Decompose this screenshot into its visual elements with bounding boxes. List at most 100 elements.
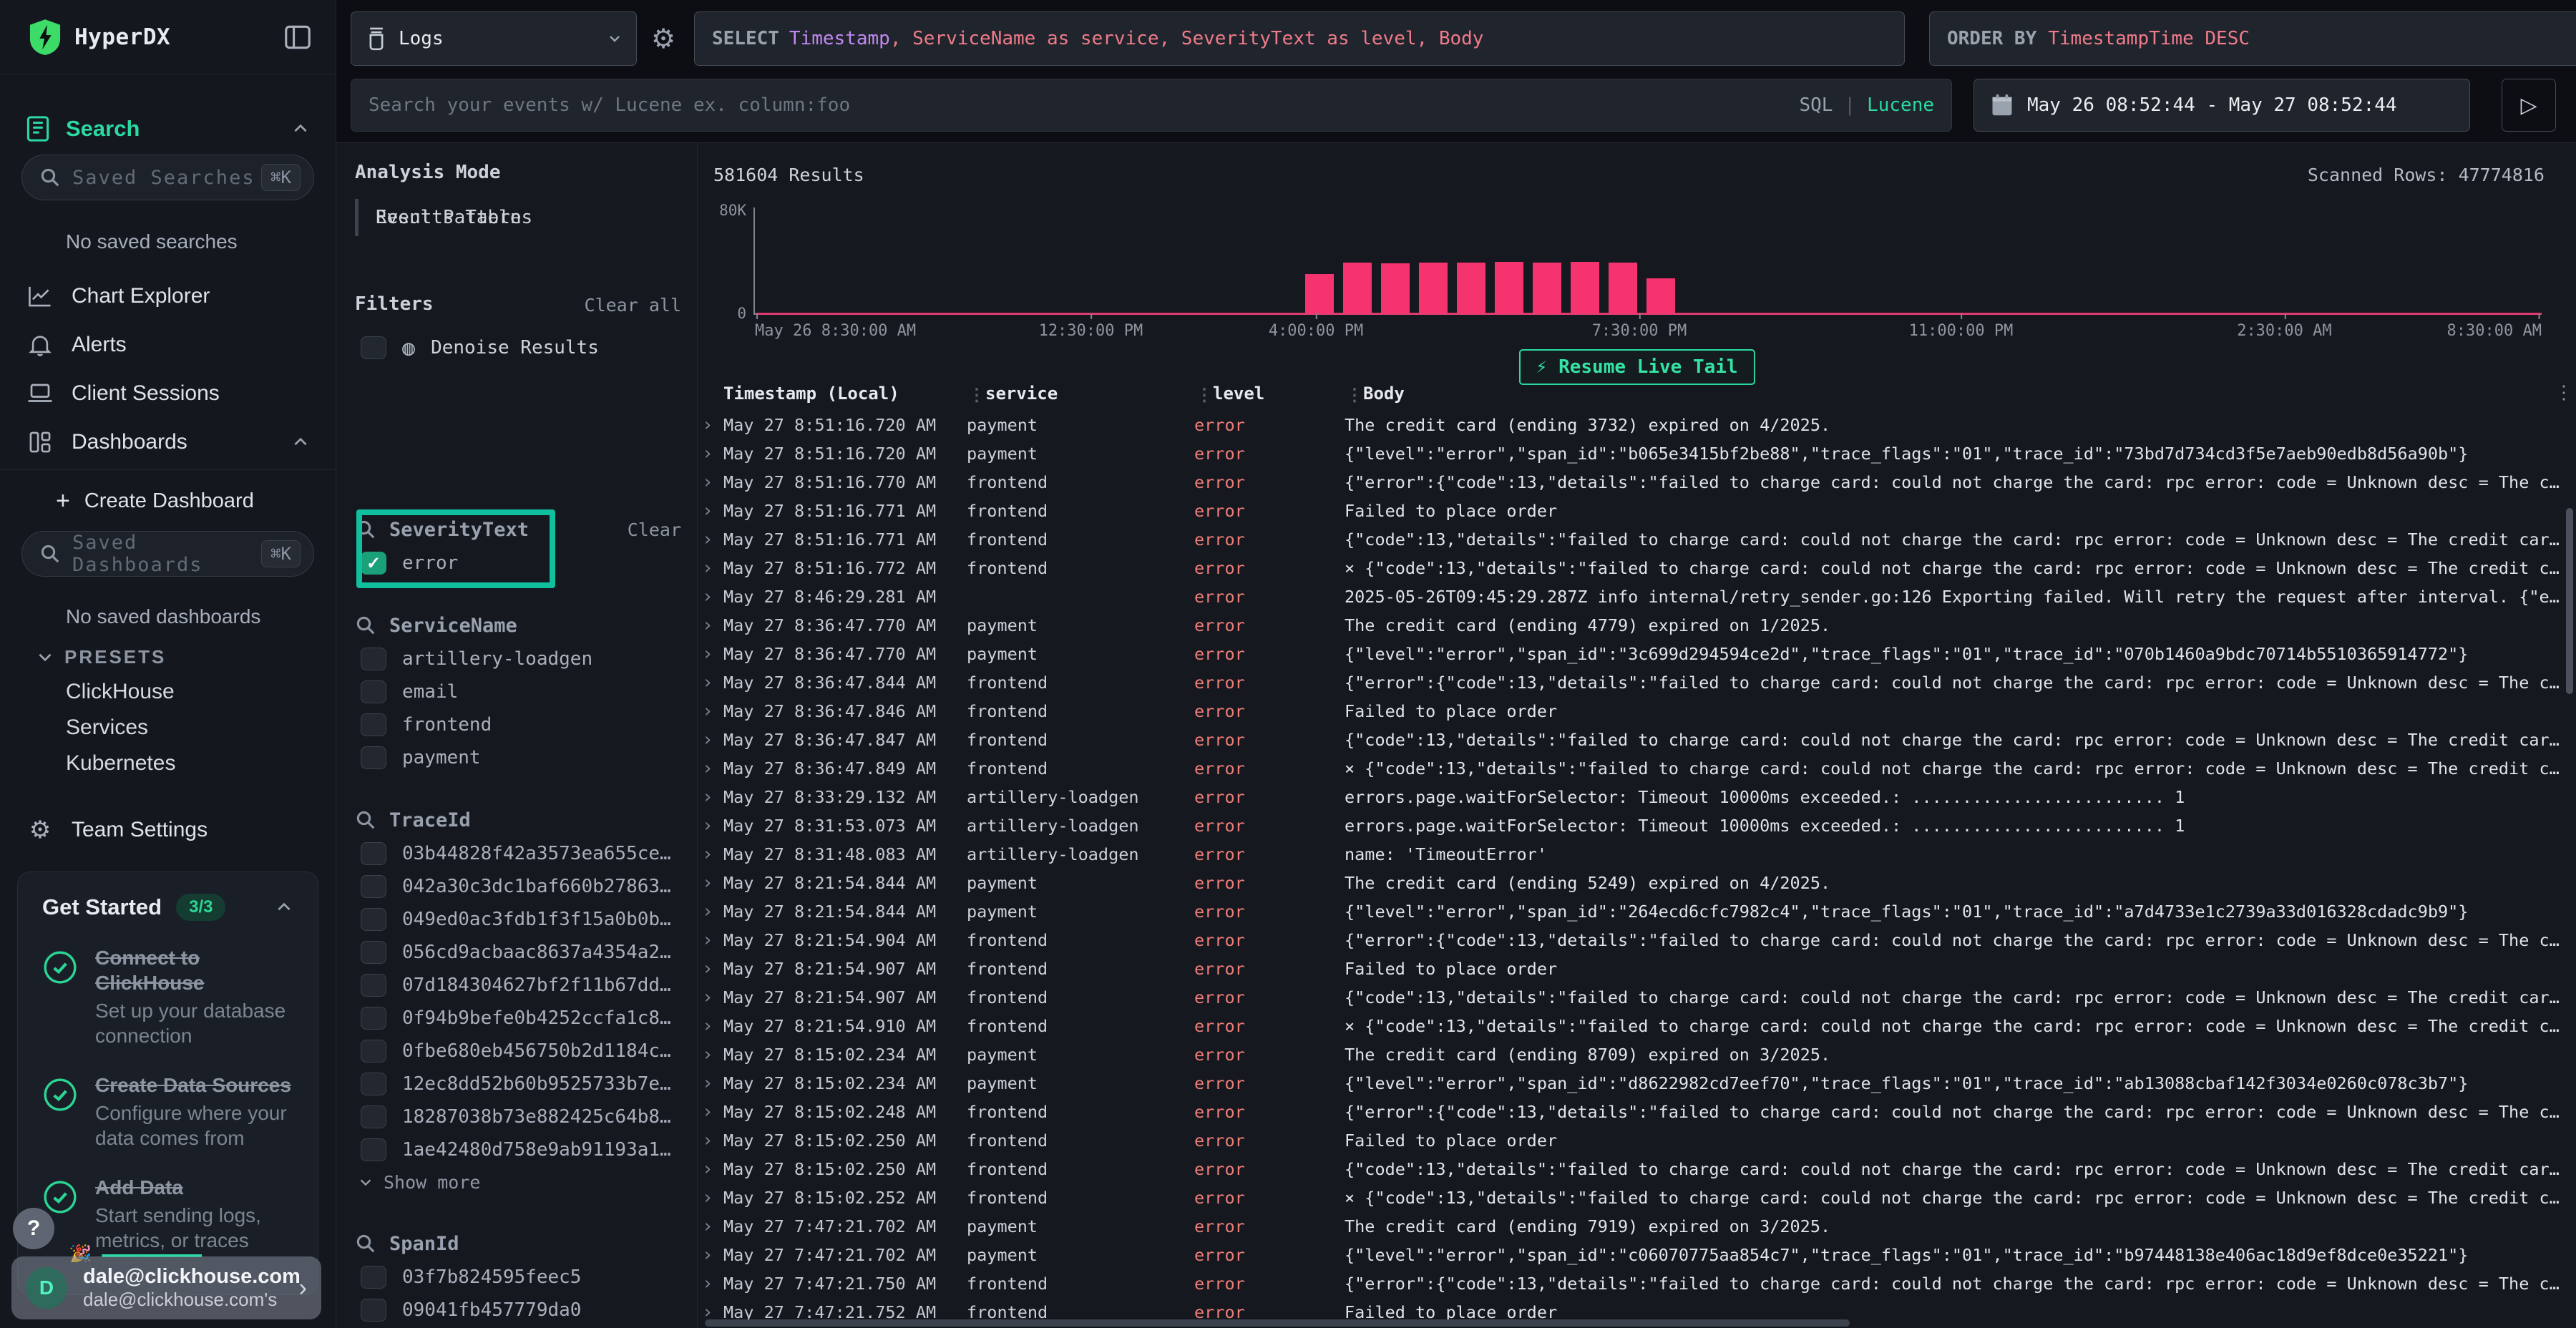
filter-value-row[interactable]: 042a30c3dc1baf660b27863… (355, 870, 697, 903)
search-icon[interactable] (355, 615, 376, 636)
presets-toggle[interactable]: PRESETS (0, 638, 336, 675)
table-row[interactable]: › May 27 8:15:02.250 AM frontend error {… (698, 1155, 2566, 1183)
clear-all-link[interactable]: Clear all (585, 295, 681, 316)
filter-checkbox[interactable] (361, 1105, 386, 1128)
filter-checkbox[interactable] (361, 1007, 386, 1030)
row-expand-chevron[interactable]: › (698, 729, 723, 751)
table-row[interactable]: › May 27 8:15:02.234 AM payment error Th… (698, 1040, 2566, 1069)
sidebar-item-alerts[interactable]: Alerts (0, 322, 336, 368)
row-expand-chevron[interactable]: › (698, 1216, 723, 1237)
filter-checkbox[interactable] (361, 713, 386, 736)
filter-checkbox[interactable] (361, 1266, 386, 1289)
filter-checkbox[interactable] (361, 746, 386, 769)
denoise-results-row[interactable]: ◍ Denoise Results (361, 331, 599, 365)
run-query-button[interactable]: ▷ (2502, 79, 2556, 132)
row-expand-chevron[interactable]: › (698, 557, 723, 579)
filter-checkbox[interactable] (361, 842, 386, 865)
table-row[interactable]: › May 27 8:51:16.771 AM frontend error F… (698, 497, 2566, 525)
time-range-picker[interactable]: May 26 08:52:44 - May 27 08:52:44 (1974, 79, 2470, 132)
row-expand-chevron[interactable]: › (698, 958, 723, 980)
row-expand-chevron[interactable]: › (698, 586, 723, 607)
filter-value-row[interactable]: 18287038b73e882425c64b8… (355, 1100, 697, 1133)
table-row[interactable]: › May 27 8:51:16.772 AM frontend error ×… (698, 554, 2566, 582)
table-row[interactable]: › May 27 8:31:53.073 AM artillery-loadge… (698, 811, 2566, 840)
filter-value-row[interactable]: 03f7b824595feec5 (355, 1261, 697, 1294)
filter-value-row[interactable]: 0fbe680eb456750b2d1184c… (355, 1035, 697, 1068)
row-expand-chevron[interactable]: › (698, 414, 723, 436)
table-row[interactable]: › May 27 8:33:29.132 AM artillery-loadge… (698, 783, 2566, 811)
get-started-item[interactable]: Create Data Sources Configure where your… (42, 1073, 293, 1151)
row-expand-chevron[interactable]: › (698, 758, 723, 779)
column-header-level[interactable]: ⋮level (1194, 384, 1345, 404)
filter-value-row[interactable]: 056cd9acbaac8637a4354a2… (355, 936, 697, 969)
table-row[interactable]: › May 27 8:21:54.904 AM frontend error {… (698, 926, 2566, 954)
saved-dashboards-input[interactable]: Saved Dashboards ⌘K (21, 531, 314, 577)
table-row[interactable]: › May 27 8:21:54.907 AM frontend error F… (698, 954, 2566, 983)
chevron-up-icon[interactable] (291, 119, 310, 138)
filter-value-row[interactable]: artillery-loadgen (355, 643, 697, 675)
table-row[interactable]: › May 27 8:51:16.720 AM payment error {"… (698, 439, 2566, 468)
table-row[interactable]: › May 27 8:51:16.720 AM payment error Th… (698, 411, 2566, 439)
table-row[interactable]: › May 27 8:15:02.234 AM payment error {"… (698, 1069, 2566, 1098)
preset-item[interactable]: Kubernetes (0, 746, 336, 781)
row-expand-chevron[interactable]: › (698, 901, 723, 922)
filter-checkbox[interactable] (361, 1040, 386, 1063)
help-button[interactable]: ? (13, 1208, 54, 1249)
sidebar-item-team-settings[interactable]: ⚙ Team Settings (0, 807, 336, 853)
table-row[interactable]: › May 27 8:31:48.083 AM artillery-loadge… (698, 840, 2566, 869)
row-expand-chevron[interactable]: › (698, 643, 723, 665)
vertical-scrollbar[interactable] (2566, 508, 2573, 694)
sidebar-collapse-icon[interactable] (284, 25, 311, 49)
row-expand-chevron[interactable]: › (698, 1044, 723, 1065)
saved-searches-input[interactable]: Saved Searches ⌘K (21, 155, 314, 200)
sidebar-item-dashboards[interactable]: Dashboards (0, 419, 336, 465)
table-row[interactable]: › May 27 8:21:54.907 AM frontend error {… (698, 983, 2566, 1012)
row-expand-chevron[interactable]: › (698, 500, 723, 522)
filter-checkbox[interactable] (361, 1073, 386, 1095)
row-expand-chevron[interactable]: › (698, 472, 723, 493)
row-expand-chevron[interactable]: › (698, 786, 723, 808)
row-expand-chevron[interactable]: › (698, 1273, 723, 1294)
filter-value-row[interactable]: email (355, 675, 697, 708)
row-expand-chevron[interactable]: › (698, 700, 723, 722)
filter-clear-link[interactable]: Clear (628, 519, 681, 540)
row-expand-chevron[interactable]: › (698, 672, 723, 693)
filter-value-row[interactable]: 07d184304627bf2f11b67dd… (355, 969, 697, 1002)
filter-checkbox[interactable] (361, 1299, 386, 1322)
filter-checkbox[interactable] (361, 908, 386, 931)
table-row[interactable]: › May 27 7:47:21.702 AM payment error Th… (698, 1212, 2566, 1241)
filter-value-row[interactable]: 0f94b9befe0b4252ccfa1c8… (355, 1002, 697, 1035)
preset-item[interactable]: Services (0, 710, 336, 746)
user-menu[interactable]: D dale@clickhouse.com dale@clickhouse.co… (11, 1256, 321, 1319)
row-expand-chevron[interactable]: › (698, 872, 723, 894)
filter-value-row[interactable]: frontend (355, 708, 697, 741)
table-row[interactable]: › May 27 8:51:16.771 AM frontend error {… (698, 525, 2566, 554)
search-icon[interactable] (355, 809, 376, 831)
table-row[interactable]: › May 27 8:21:54.910 AM frontend error ×… (698, 1012, 2566, 1040)
lucene-mode-toggle[interactable]: Lucene (1867, 94, 1934, 116)
resume-live-tail-button[interactable]: ⚡ Resume Live Tail (1518, 349, 1755, 385)
table-row[interactable]: › May 27 8:21:54.844 AM payment error Th… (698, 869, 2566, 897)
denoise-checkbox[interactable] (361, 336, 386, 359)
column-header-service[interactable]: ⋮service (967, 384, 1194, 404)
get-started-item[interactable]: Connect to ClickHouse Set up your databa… (42, 945, 293, 1048)
table-row[interactable]: › May 27 8:36:47.847 AM frontend error {… (698, 726, 2566, 754)
filter-checkbox[interactable] (361, 875, 386, 898)
filter-checkbox[interactable] (361, 680, 386, 703)
table-row[interactable]: › May 27 7:47:21.752 AM frontend error F… (698, 1298, 2566, 1319)
row-expand-chevron[interactable]: › (698, 844, 723, 865)
column-header-timestamp[interactable]: Timestamp (Local) (723, 384, 967, 404)
chevron-up-icon[interactable] (275, 898, 293, 917)
column-header-body[interactable]: ⋮Body (1345, 384, 2566, 404)
filter-value-row[interactable]: 09041fb457779da0 (355, 1294, 697, 1327)
chevron-up-icon[interactable] (291, 433, 310, 451)
table-row[interactable]: › May 27 8:36:47.849 AM frontend error ×… (698, 754, 2566, 783)
filter-value-row[interactable]: 049ed0ac3fdb1f3f15a0b0b… (355, 903, 697, 936)
search-icon[interactable] (355, 519, 376, 540)
row-expand-chevron[interactable]: › (698, 815, 723, 836)
column-resize-handle[interactable]: ⋮ (1346, 385, 1362, 405)
row-expand-chevron[interactable]: › (698, 987, 723, 1008)
sql-mode-toggle[interactable]: SQL (1799, 94, 1833, 116)
show-more-row[interactable]: Show more (355, 1166, 697, 1198)
table-row[interactable]: › May 27 8:15:02.252 AM frontend error ×… (698, 1183, 2566, 1212)
